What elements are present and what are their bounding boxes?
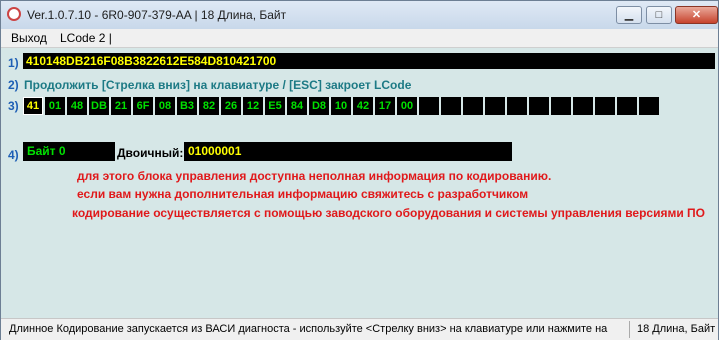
byte-cell[interactable] [507,97,527,115]
byte-cell[interactable]: 6F [133,97,153,115]
menu-exit[interactable]: Выход [11,31,47,45]
byte-cell[interactable]: 12 [243,97,263,115]
minimize-button[interactable]: ▁ [616,6,642,24]
byte-cell[interactable]: 42 [353,97,373,115]
title-bar: Ver.1.0.7.10 - 6R0-907-379-AA | 18 Длина… [1,1,718,30]
coding-string: 410148DB216F08B3822612E584D810421700 [26,54,277,68]
byte-cell[interactable] [639,97,659,115]
byte-cell[interactable]: 48 [67,97,87,115]
byte-cell[interactable]: 00 [397,97,417,115]
coding-string-field[interactable]: 410148DB216F08B3822612E584D810421700 [23,53,715,69]
byte-cell[interactable] [529,97,549,115]
warning-line-1: для этого блока управления доступна непо… [77,169,552,183]
menu-lcode[interactable]: LCode 2 | [60,31,112,45]
byte-cell[interactable] [595,97,615,115]
app-icon [7,7,21,21]
byte-cell[interactable]: 08 [155,97,175,115]
menu-bar: Выход LCode 2 | [1,29,718,48]
status-length: 18 Длина, Байт [637,323,716,335]
byte-grid: 41 01 48 DB 21 6F 08 B3 82 26 12 E5 84 D8 10 42 17 00 [23,97,659,115]
byte-cell[interactable] [551,97,571,115]
byte-cell[interactable] [617,97,637,115]
instruction-text: Продолжить [Стрелка вниз] на клавиатуре … [24,78,412,92]
byte-cell[interactable]: D8 [309,97,329,115]
row2-number: 2) [8,78,19,92]
byte-cell[interactable]: 17 [375,97,395,115]
window-title: Ver.1.0.7.10 - 6R0-907-379-AA | 18 Длина… [27,8,287,22]
status-divider [629,321,630,338]
row3-number: 3) [8,99,19,113]
close-button[interactable]: ✕ [675,6,718,24]
byte-cell[interactable]: 82 [199,97,219,115]
byte-cell[interactable] [485,97,505,115]
byte-cell[interactable]: 21 [111,97,131,115]
warning-line-2: если вам нужна дополнительная информацию… [77,187,529,201]
binary-value: 01000001 [188,144,242,158]
byte-cell[interactable]: 41 [23,97,43,115]
byte-cell[interactable] [463,97,483,115]
byte-cell[interactable] [573,97,593,115]
byte-cell[interactable]: 10 [331,97,351,115]
app-window: Ver.1.0.7.10 - 6R0-907-379-AA | 18 Длина… [0,0,719,340]
maximize-button[interactable]: □ [646,6,672,24]
byte-cell[interactable]: 84 [287,97,307,115]
row4-number: 4) [8,148,19,162]
byte-cell[interactable] [419,97,439,115]
row1-number: 1) [8,56,19,70]
byte-label: Байт 0 [27,144,66,158]
byte-cell[interactable]: B3 [177,97,197,115]
byte-cell[interactable]: E5 [265,97,285,115]
byte-cell[interactable]: DB [89,97,109,115]
warning-line-3: кодирование осуществляется с помощью зав… [72,206,706,220]
byte-cell[interactable]: 26 [221,97,241,115]
byte-selector[interactable]: Байт 0 [23,142,115,161]
byte-cell[interactable] [441,97,461,115]
byte-cell[interactable]: 01 [45,97,65,115]
binary-field[interactable]: 01000001 [184,142,512,161]
status-bar: Длинное Кодирование запускается из ВАСИ … [1,318,718,340]
status-message: Длинное Кодирование запускается из ВАСИ … [9,323,608,335]
binary-label: Двоичный: [117,146,184,160]
